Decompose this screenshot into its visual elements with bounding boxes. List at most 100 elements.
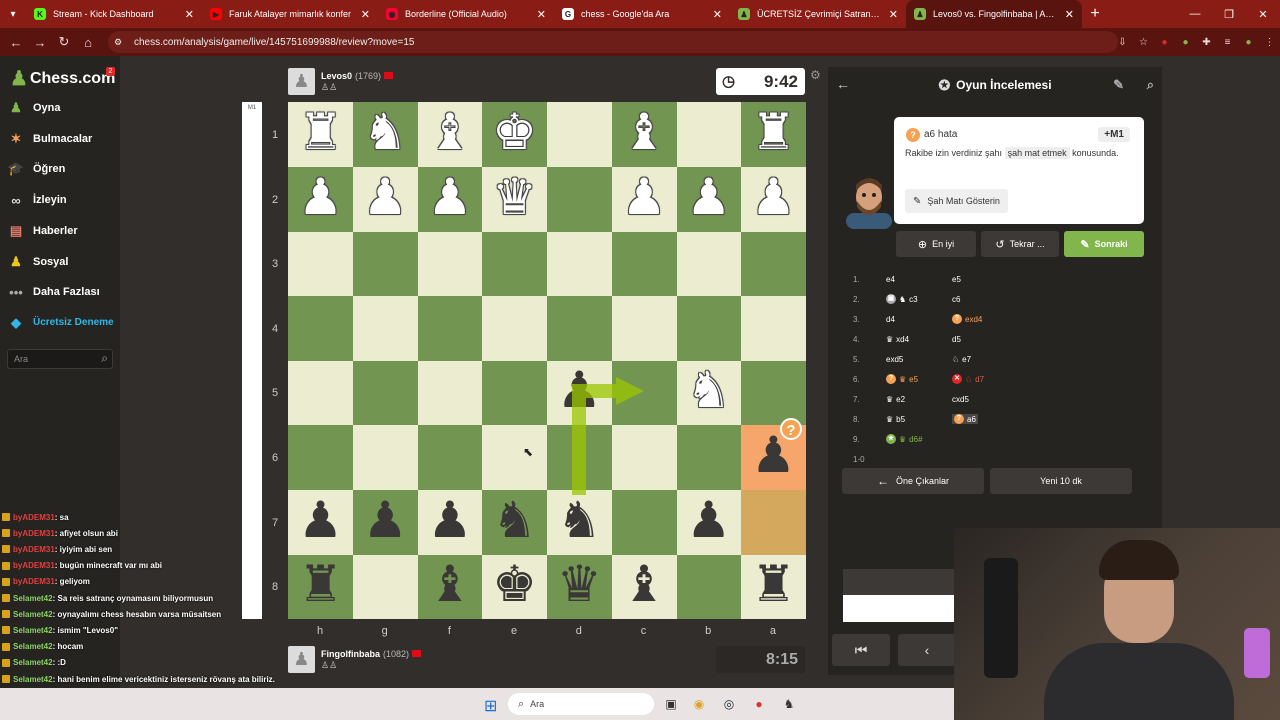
site-info-icon[interactable]: ⚙ — [114, 37, 128, 48]
close-window-icon[interactable]: ✕ — [1246, 8, 1280, 21]
sidebar-item-learn[interactable]: 🎓 Öğren — [6, 157, 116, 181]
extensions-puzzle-icon[interactable]: ✚ — [1196, 37, 1217, 48]
sidebar-item-social[interactable]: ♟ Sosyal — [6, 250, 116, 274]
white-move[interactable]: e4 — [886, 275, 895, 284]
black-move[interactable]: e5 — [952, 275, 961, 284]
tab-search-dropdown-icon[interactable]: ▾ — [0, 0, 26, 28]
black-move[interactable]: c6 — [952, 295, 960, 304]
black-move[interactable]: ♘ e7 — [952, 355, 971, 364]
move-san: b5 — [896, 414, 906, 424]
sidebar-item-diamond[interactable]: ◆ Ücretsiz Deneme — [6, 311, 116, 335]
chrome-icon[interactable]: ◉ — [690, 695, 708, 713]
sidebar-item-puzzle[interactable]: ✶ Bulmacalar — [6, 127, 116, 151]
white-move[interactable]: ♛ e2 — [886, 395, 905, 404]
analysis-search-icon[interactable]: ⌕ — [1147, 77, 1154, 93]
close-tab-icon[interactable]: ✕ — [361, 8, 370, 21]
browser-tab[interactable]: ♟ Levos0 vs. Fingolfinbaba | Analy ✕ — [906, 0, 1082, 28]
chat-message: Selamet42: oynayalımı chess hesabın vars… — [2, 607, 221, 621]
highlights-button[interactable]: ← Öne Çıkanlar — [842, 468, 984, 494]
file-label: d — [575, 625, 582, 637]
show-mate-button[interactable]: ✎ Şah Matı Gösterin — [905, 189, 1008, 213]
arrow-left-icon: ← — [876, 474, 889, 488]
top-player-info: ♟ Levos0 (1769) ♙♙ — [288, 68, 394, 95]
previous-move-button[interactable]: ‹ — [898, 634, 956, 666]
bottom-player-avatar[interactable]: ♟ — [288, 646, 315, 673]
youtube-icon: ▶ — [210, 8, 222, 20]
black-move[interactable]: ? a6 — [952, 414, 978, 424]
best-move-button[interactable]: ⊕ En iyi — [896, 231, 976, 257]
sidebar-item-more[interactable]: ••• Daha Fazlası — [6, 280, 116, 304]
sidebar-item-label: Sosyal — [33, 255, 69, 268]
maximize-icon[interactable]: ❐ — [1212, 8, 1246, 21]
chess-board[interactable]: ♜♝♛♚♝♜♟♞♞♟♟♟♟♞♟♟♟♟♛♟♟♟♜♝♚♝♞♜ — [288, 102, 806, 620]
windows-start-icon[interactable]: ⊞ — [484, 696, 497, 716]
black-move[interactable]: ✕ ♘ d7 — [952, 374, 984, 384]
bottom-player-name[interactable]: Fingolfinbaba — [321, 649, 380, 659]
task-view-icon[interactable]: ▣ — [662, 695, 680, 713]
browser-menu-icon[interactable]: ⋮ — [1259, 37, 1280, 48]
black-move[interactable]: cxd5 — [952, 395, 969, 404]
top-player-name[interactable]: Levos0 — [321, 71, 352, 81]
rank-label: 6 — [272, 452, 279, 464]
notification-badge[interactable]: 2 — [106, 67, 115, 76]
bookmark-star-icon[interactable]: ☆ — [1133, 37, 1154, 48]
back-icon[interactable]: ← — [4, 35, 28, 50]
move-number: 1. — [853, 274, 860, 284]
browser-tab[interactable]: ◉ Borderline (Official Audio) ✕ — [378, 0, 554, 28]
evaluation-graph[interactable] — [843, 569, 955, 622]
sidebar-item-label: Oyna — [33, 102, 61, 114]
white-move[interactable]: ★ ♛ d6# — [886, 434, 923, 444]
sidebar-item-label: Öğren — [33, 163, 66, 176]
white-move[interactable]: ? ♛ e5 — [886, 374, 918, 384]
rank-label: 2 — [272, 193, 279, 206]
white-move[interactable]: d4 — [886, 315, 895, 324]
extension-abp-icon[interactable]: ● — [1154, 37, 1175, 48]
sidebar-item-play[interactable]: ♟ Oyna — [6, 96, 116, 120]
url-field[interactable]: ⚙ chess.com/analysis/game/live/145751699… — [108, 31, 1118, 53]
white-move[interactable]: ♛ b5 — [886, 415, 905, 424]
recording-app-icon[interactable]: ● — [750, 695, 768, 713]
board-settings-gear-icon[interactable]: ⚙ — [810, 68, 821, 82]
close-tab-icon[interactable]: ✕ — [889, 8, 898, 21]
retry-button[interactable]: ↺ Tekrar ... — [981, 231, 1059, 257]
close-tab-icon[interactable]: ✕ — [713, 8, 722, 21]
app-icon[interactable]: ♞ — [780, 695, 798, 713]
chat-username: Selamet42 — [13, 625, 53, 635]
minimize-icon[interactable]: — — [1178, 8, 1212, 20]
new-game-button[interactable]: Yeni 10 dk — [990, 468, 1132, 494]
white-move[interactable]: ▣ ♞ c3 — [886, 294, 918, 304]
sidebar-item-news[interactable]: ▤ Haberler — [6, 219, 116, 243]
new-tab-button[interactable]: + — [1082, 5, 1108, 23]
white-move[interactable]: ♛ xd4 — [886, 335, 909, 344]
close-tab-icon[interactable]: ✕ — [185, 8, 194, 21]
black-move[interactable]: ? exd4 — [952, 314, 982, 324]
first-move-button[interactable]: ⏮ — [832, 634, 890, 666]
steam-icon[interactable]: ◎ — [720, 695, 738, 713]
reading-list-icon[interactable]: ≡ — [1217, 37, 1238, 48]
top-player-avatar[interactable]: ♟ — [288, 68, 315, 95]
back-arrow-icon[interactable]: ← — [836, 76, 850, 92]
browser-tab[interactable]: Gchess - Google'da Ara ✕ — [554, 0, 730, 28]
forward-icon[interactable]: → — [28, 35, 52, 50]
pin-icon[interactable]: ✎ — [1113, 77, 1124, 93]
browser-tab[interactable]: ♟ ÜCRETSİZ Çevrimiçi Satranç Oy ✕ — [730, 0, 906, 28]
chesscom-logo[interactable]: ♟ Chess.com — [10, 66, 115, 91]
close-tab-icon[interactable]: ✕ — [537, 8, 546, 21]
browser-tab[interactable]: K Stream - Kick Dashboard ✕ — [26, 0, 202, 28]
close-tab-icon[interactable]: ✕ — [1065, 8, 1074, 21]
next-button[interactable]: ✎ Sonraki — [1064, 231, 1144, 257]
reload-icon[interactable]: ↻ — [52, 34, 76, 50]
install-app-icon[interactable]: ⇩ — [1112, 37, 1133, 48]
taskbar-search[interactable]: ⌕ Ara — [508, 693, 654, 715]
profile-avatar-icon[interactable]: ● — [1238, 37, 1259, 48]
browser-tab[interactable]: ▶ Faruk Atalayer mimarlık konfer ✕ — [202, 0, 378, 28]
black-move[interactable]: d5 — [952, 335, 961, 344]
google-icon: G — [562, 8, 574, 20]
extension-shield-icon[interactable]: ● — [1175, 37, 1196, 48]
search-icon[interactable]: ⌕ — [101, 351, 108, 366]
sidebar-search-input[interactable]: Ara ⌕ — [7, 349, 113, 369]
home-icon[interactable]: ⌂ — [76, 35, 100, 50]
white-move[interactable]: exd5 — [886, 355, 903, 364]
tab-title: Levos0 vs. Fingolfinbaba | Analy — [933, 9, 1059, 19]
sidebar-item-watch[interactable]: ∞ İzleyin — [6, 188, 116, 212]
